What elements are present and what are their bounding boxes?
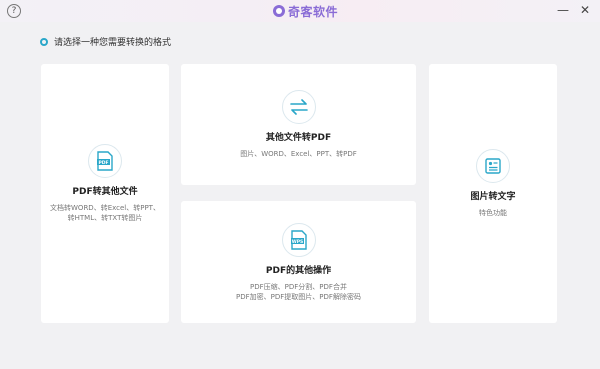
help-button[interactable]: ? bbox=[7, 4, 21, 18]
card-title: PDF转其他文件 bbox=[72, 187, 138, 197]
card-description: 特色功能 bbox=[479, 208, 507, 218]
svg-text:WPS: WPS bbox=[291, 238, 303, 244]
title-bar: ? 奇客软件 — ✕ bbox=[0, 0, 600, 22]
section-title: 请选择一种您需要转换的格式 bbox=[54, 38, 172, 48]
card-desc-line: 转HTML、转TXT转图片 bbox=[67, 214, 143, 222]
card-desc-line: PDF加密、PDF提取图片、PDF解除密码 bbox=[236, 292, 361, 301]
section-header: 请选择一种您需要转换的格式 bbox=[40, 35, 171, 48]
brand-logo-icon bbox=[273, 5, 285, 17]
svg-text:PDF: PDF bbox=[98, 160, 108, 166]
app-name: 奇客软件 bbox=[288, 4, 339, 19]
card-description: PDF压缩、PDF分割、PDF合并 PDF加密、PDF提取图片、PDF解除密码 bbox=[236, 282, 361, 302]
close-button[interactable]: ✕ bbox=[580, 3, 590, 17]
wps-file-icon: WPS bbox=[281, 222, 316, 257]
card-title: 其他文件转PDF bbox=[265, 133, 332, 143]
swap-arrows-icon bbox=[281, 90, 316, 124]
card-other-to-pdf[interactable]: 其他文件转PDF 图片、WORD、Excel、PPT、转PDF bbox=[181, 64, 416, 185]
card-image-to-text[interactable]: 图片转文字 特色功能 bbox=[429, 64, 557, 323]
image-text-icon bbox=[476, 149, 510, 183]
card-title: PDF的其他操作 bbox=[265, 265, 332, 276]
pdf-file-icon: PDF bbox=[88, 144, 122, 178]
minimize-button[interactable]: — bbox=[557, 3, 569, 17]
card-desc-line: PDF压缩、PDF分割、PDF合并 bbox=[250, 282, 347, 291]
bullet-icon bbox=[40, 37, 48, 46]
card-title: 图片转文字 bbox=[470, 192, 516, 202]
card-desc-line: 特色功能 bbox=[479, 209, 507, 217]
card-desc-line: 文档转WORD、转Excel、转PPT、 bbox=[50, 204, 160, 212]
card-pdf-to-other[interactable]: PDF PDF转其他文件 文档转WORD、转Excel、转PPT、 转HTML、… bbox=[41, 64, 169, 323]
card-description: 图片、WORD、Excel、PPT、转PDF bbox=[240, 149, 357, 159]
card-desc-line: 图片、WORD、Excel、PPT、转PDF bbox=[240, 150, 357, 158]
card-description: 文档转WORD、转Excel、转PPT、 转HTML、转TXT转图片 bbox=[50, 203, 160, 223]
app-logo: 奇客软件 bbox=[272, 3, 338, 19]
card-pdf-operations[interactable]: WPS PDF的其他操作 PDF压缩、PDF分割、PDF合并 PDF加密、PDF… bbox=[181, 201, 416, 323]
